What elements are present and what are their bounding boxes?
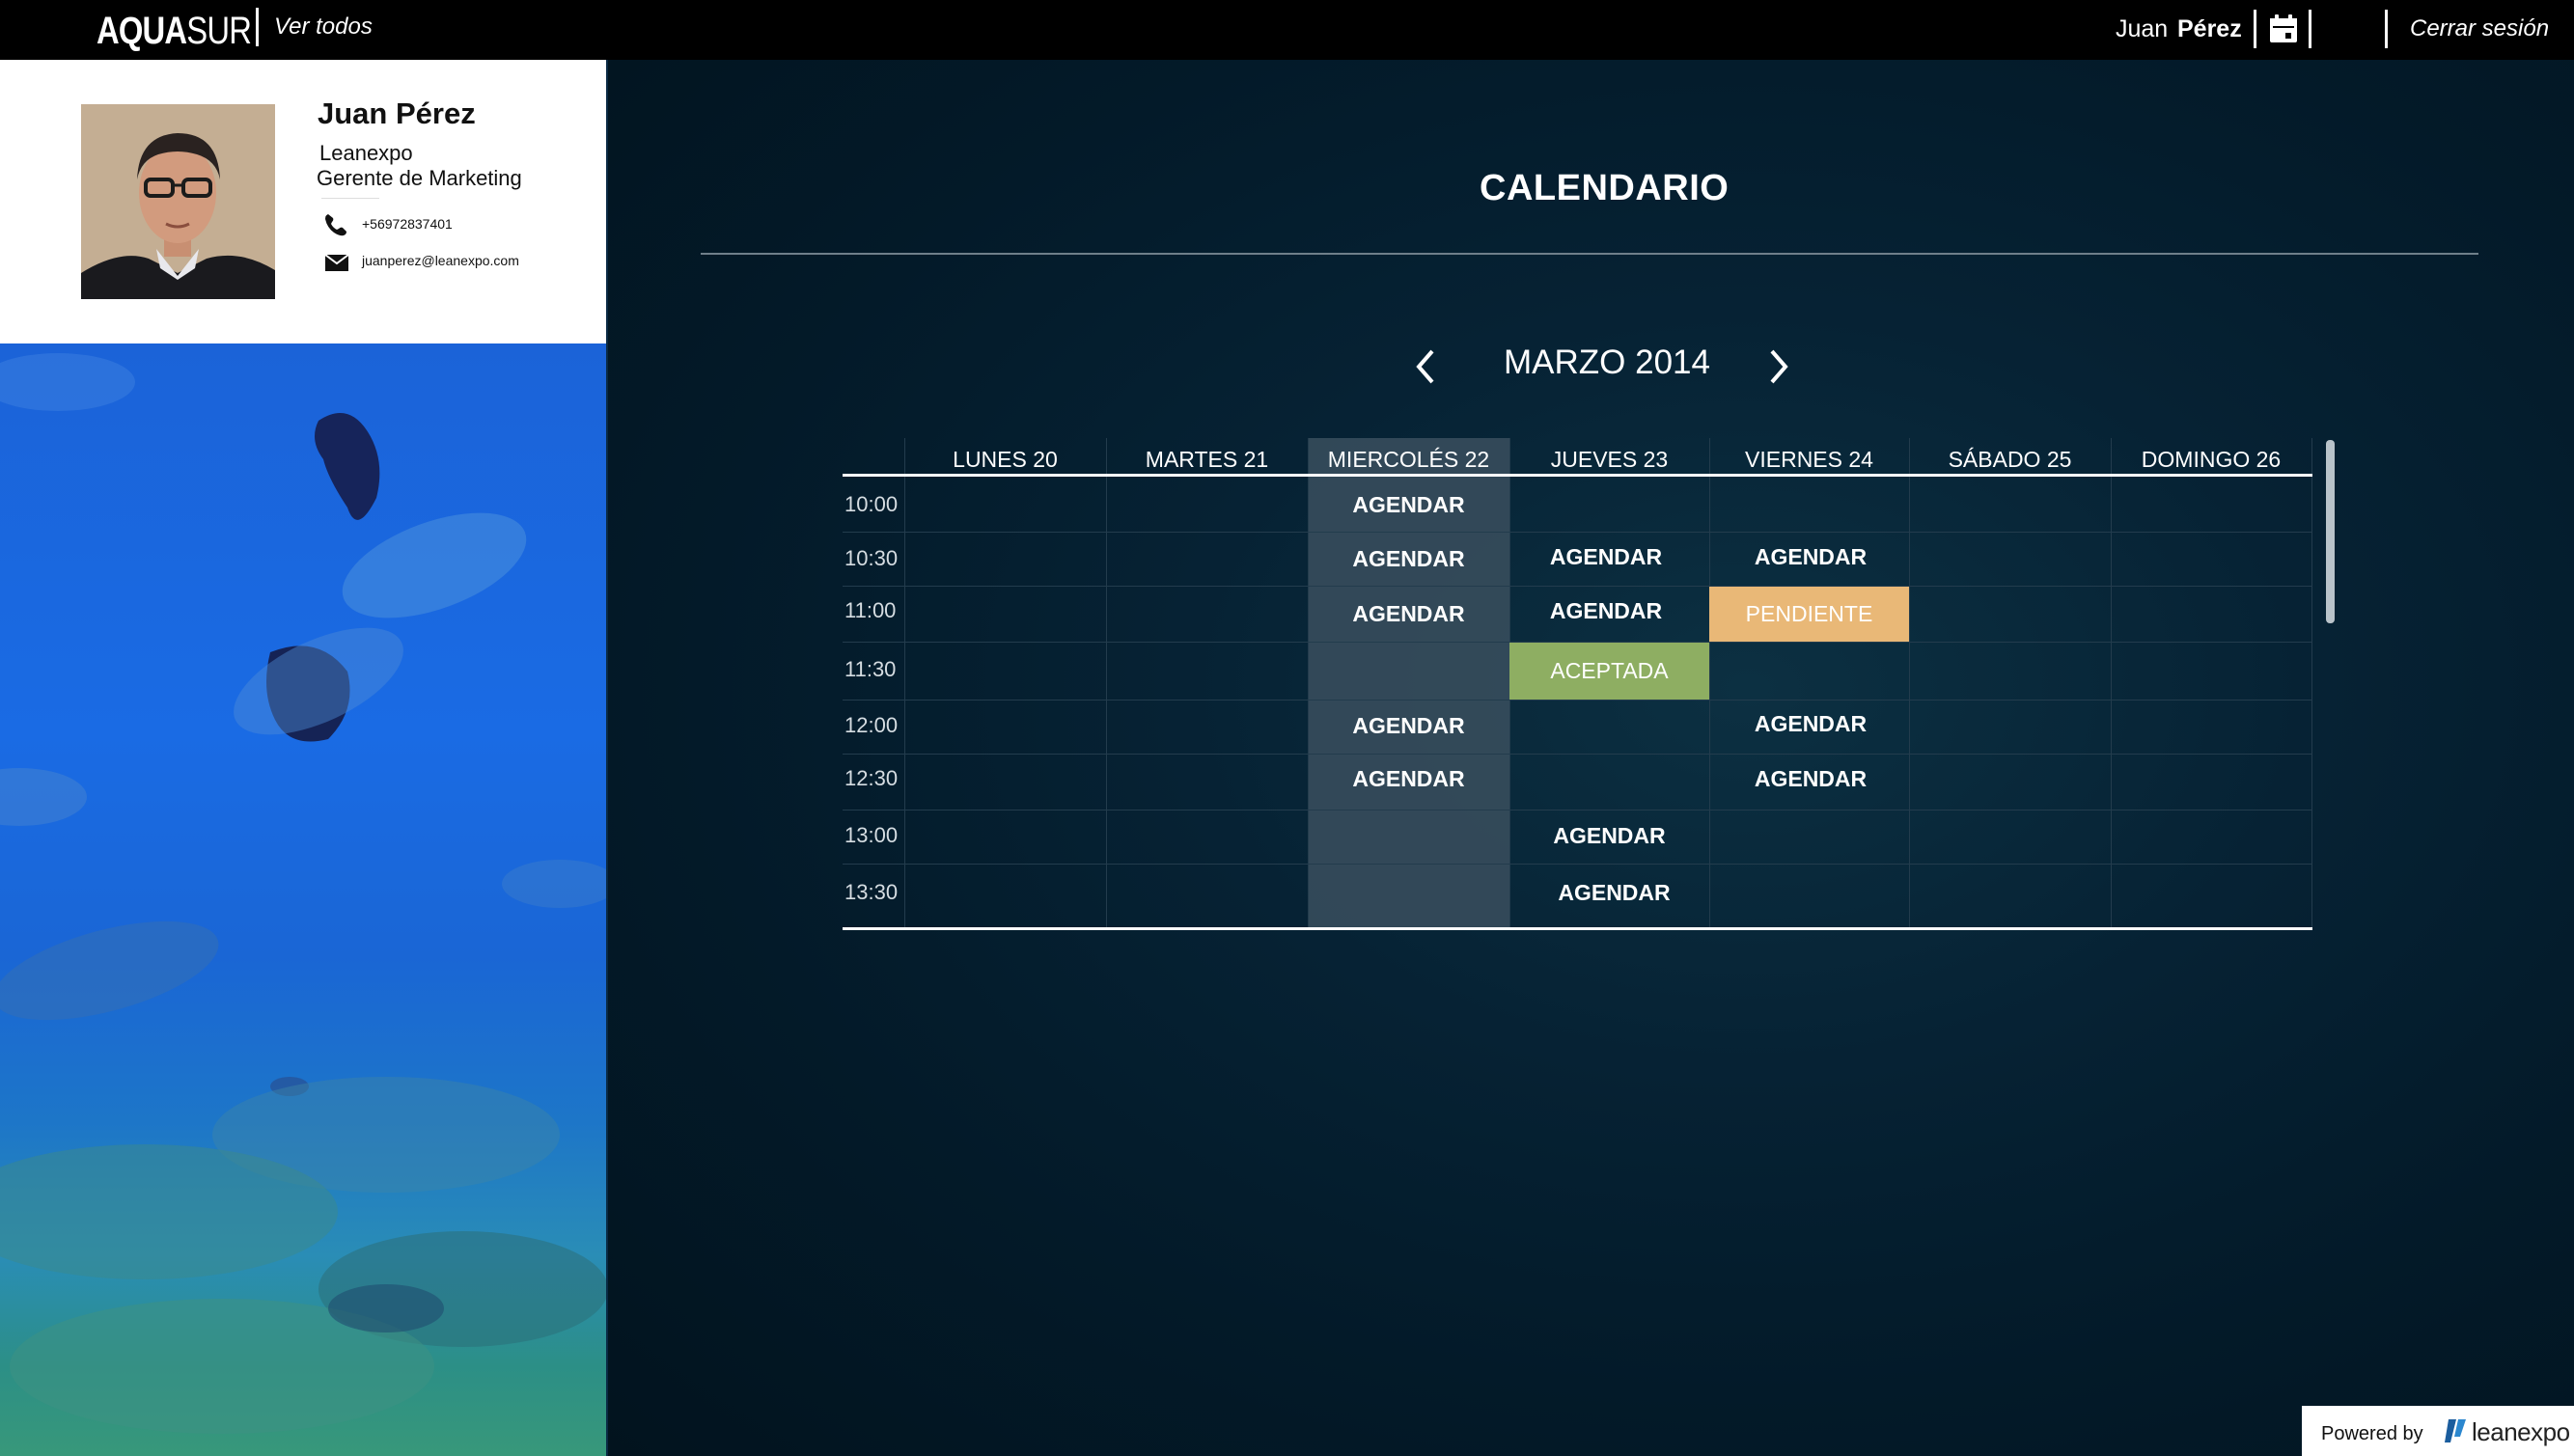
- day-header: MIERCOLÉS 22: [1327, 447, 1490, 472]
- grid-line: [843, 754, 2312, 755]
- previous-week-button[interactable]: [1409, 347, 1442, 386]
- grid-line: [843, 864, 2312, 865]
- pending-meeting-slot[interactable]: PENDIENTE: [1709, 587, 1909, 642]
- time-label: 12:30: [844, 766, 899, 790]
- day-header: VIERNES 24: [1745, 447, 1873, 472]
- grid-line: [1709, 438, 1710, 927]
- time-label: 12:00: [844, 713, 899, 737]
- time-label: 13:00: [844, 823, 899, 847]
- agendar-slot[interactable]: AGENDAR: [1308, 492, 1509, 518]
- agendar-slot[interactable]: AGENDAR: [1509, 544, 1702, 570]
- profile-phone[interactable]: +56972837401: [362, 216, 453, 232]
- profile-role: Gerente de Marketing: [317, 166, 522, 190]
- divider: [321, 198, 379, 199]
- next-week-button[interactable]: [1762, 347, 1795, 386]
- divider: [701, 253, 2478, 255]
- grid-line: [2311, 438, 2312, 927]
- agendar-slot[interactable]: AGENDAR: [1308, 766, 1509, 792]
- left-panel: Juan Pérez Leanexpo Gerente de Marketing…: [0, 60, 606, 1456]
- aquasur-logo[interactable]: AQUASUR: [97, 8, 252, 54]
- time-label: 11:30: [844, 657, 897, 681]
- grid-line: [843, 700, 2312, 701]
- powered-by-badge[interactable]: Powered by leanexpo: [2302, 1406, 2574, 1456]
- profile-company: Leanexpo: [319, 141, 413, 165]
- user-first-name: Juan: [2116, 15, 2169, 42]
- divider: [256, 8, 259, 46]
- divider: [2309, 10, 2311, 48]
- user-last-name: Pérez: [2177, 15, 2242, 42]
- profile-email[interactable]: juanperez@leanexpo.com: [362, 253, 519, 268]
- page-title: CALENDARIO: [1480, 168, 1730, 208]
- profile-name: Juan Pérez: [318, 96, 476, 130]
- day-header: DOMINGO 26: [2141, 447, 2282, 472]
- logout-link[interactable]: Cerrar sesión: [2410, 15, 2549, 42]
- agendar-slot[interactable]: AGENDAR: [1308, 601, 1509, 627]
- agendar-slot[interactable]: AGENDAR: [1709, 711, 1912, 737]
- agendar-slot[interactable]: AGENDAR: [1308, 713, 1509, 739]
- accepted-meeting-slot[interactable]: ACEPTADA: [1509, 643, 1709, 700]
- calendar-scrollbar[interactable]: [2326, 440, 2335, 623]
- agendar-slot[interactable]: AGENDAR: [1709, 544, 1912, 570]
- agendar-slot[interactable]: AGENDAR: [1709, 766, 1912, 792]
- avatar: [81, 104, 275, 299]
- day-header: SÁBADO 25: [1948, 447, 2072, 472]
- time-label: 13:30: [844, 880, 899, 904]
- day-header: MARTES 21: [1145, 447, 1269, 472]
- grid-line: [1909, 438, 1910, 927]
- divider: [2254, 10, 2256, 48]
- divider: [843, 927, 2312, 930]
- leanexpo-brand: leanexpo: [2472, 1417, 2570, 1446]
- grid-line: [843, 532, 2312, 533]
- time-label: 10:30: [844, 546, 899, 570]
- agendar-slot[interactable]: AGENDAR: [1509, 823, 1709, 849]
- grid-line: [1106, 438, 1107, 927]
- month-label: MARZO 2014: [1504, 343, 1710, 381]
- view-all-link[interactable]: Ver todos: [274, 14, 373, 41]
- week-calendar: LUNES 20 MARTES 21 MIERCOLÉS 22 JUEVES 2…: [843, 438, 2312, 932]
- time-label: 11:00: [844, 598, 897, 622]
- agendar-slot[interactable]: AGENDAR: [1514, 880, 1714, 906]
- agendar-slot[interactable]: AGENDAR: [1308, 546, 1509, 572]
- ocean-background-image: [0, 343, 606, 1456]
- phone-icon: [323, 212, 348, 237]
- calendar-icon[interactable]: [2268, 14, 2299, 44]
- agendar-slot[interactable]: AGENDAR: [1509, 598, 1702, 624]
- top-bar: AQUASUR Ver todos Juan Pérez Cerrar sesi…: [0, 0, 2574, 60]
- time-label: 10:00: [844, 492, 899, 516]
- profile-card: Juan Pérez Leanexpo Gerente de Marketing…: [0, 60, 606, 343]
- day-header: JUEVES 23: [1550, 447, 1669, 472]
- divider: [843, 474, 2312, 477]
- grid-line: [2111, 438, 2112, 927]
- grid-line: [843, 586, 2312, 587]
- powered-by-label: Powered by: [2321, 1423, 2423, 1444]
- day-header: LUNES 20: [953, 447, 1058, 472]
- grid-line: [904, 438, 905, 927]
- divider: [2385, 10, 2388, 48]
- mail-icon: [324, 253, 349, 272]
